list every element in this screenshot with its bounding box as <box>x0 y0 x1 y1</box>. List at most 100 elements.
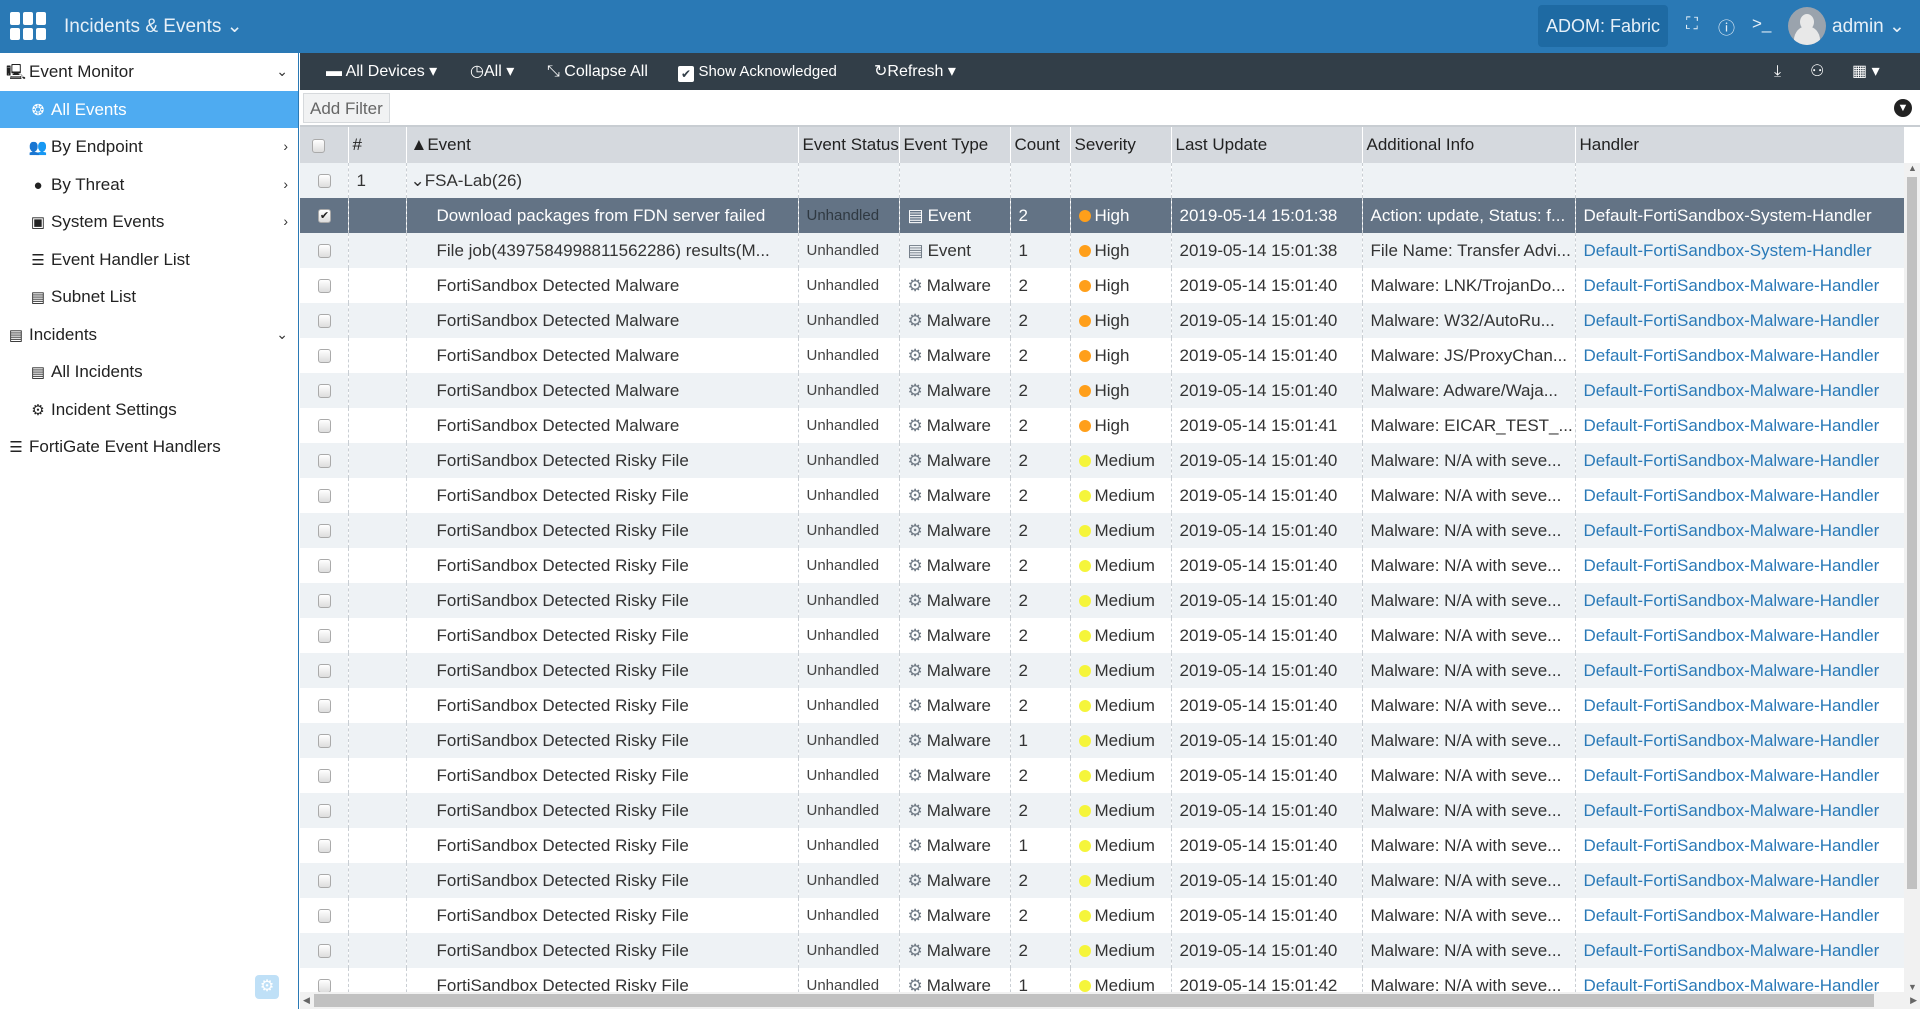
all-devices-dropdown[interactable]: ▬ All Devices ▾ <box>326 53 437 90</box>
group-row[interactable]: 1 ⌄FSA-Lab(26) <box>300 163 1904 198</box>
sidebar-item-by-endpoint[interactable]: 👥 By Endpoint › <box>0 128 298 166</box>
table-row[interactable]: ✔ Download packages from FDN server faile… <box>300 198 1904 233</box>
row-checkbox[interactable] <box>300 618 349 653</box>
table-row[interactable]: FortiSandbox Detected Risky File Unhandle… <box>300 548 1904 583</box>
row-checkbox[interactable] <box>300 233 349 268</box>
row-checkbox[interactable] <box>300 548 349 583</box>
row-checkbox[interactable] <box>300 898 349 933</box>
cli-console-icon[interactable]: >_ <box>1752 14 1771 34</box>
handler-link[interactable]: Default-FortiSandbox-Malware-Handler <box>1575 513 1904 548</box>
row-checkbox[interactable] <box>300 338 349 373</box>
row-checkbox[interactable] <box>300 758 349 793</box>
row-checkbox[interactable] <box>300 443 349 478</box>
column-header-handler[interactable]: Handler <box>1575 127 1904 163</box>
table-row[interactable]: FortiSandbox Detected Risky File Unhandle… <box>300 723 1904 758</box>
expand-chevron-icon[interactable]: ⌄ <box>411 171 425 190</box>
table-row[interactable]: FortiSandbox Detected Risky File Unhandle… <box>300 443 1904 478</box>
handler-link[interactable]: Default-FortiSandbox-Malware-Handler <box>1575 933 1904 968</box>
column-header-severity[interactable]: Severity <box>1070 127 1172 163</box>
vertical-scrollbar[interactable]: ▲ ▼ <box>1904 163 1920 992</box>
table-row[interactable]: FortiSandbox Detected Risky File Unhandle… <box>300 478 1904 513</box>
row-checkbox[interactable] <box>300 583 349 618</box>
group-label-cell[interactable]: ⌄FSA-Lab(26) <box>406 163 799 198</box>
handler-link[interactable]: Default-FortiSandbox-Malware-Handler <box>1575 478 1904 513</box>
row-checkbox[interactable] <box>300 933 349 968</box>
table-row[interactable]: FortiSandbox Detected Risky File Unhandle… <box>300 898 1904 933</box>
table-row[interactable]: FortiSandbox Detected Risky File Unhandle… <box>300 968 1904 992</box>
select-all-checkbox[interactable] <box>300 127 349 163</box>
handler-link[interactable]: Default-FortiSandbox-Malware-Handler <box>1575 443 1904 478</box>
column-header-number[interactable]: # <box>348 127 407 163</box>
table-row[interactable]: FortiSandbox Detected Risky File Unhandle… <box>300 618 1904 653</box>
column-header-count[interactable]: Count <box>1010 127 1071 163</box>
handler-link[interactable]: Default-FortiSandbox-Malware-Handler <box>1575 618 1904 653</box>
row-checkbox[interactable] <box>300 513 349 548</box>
handler-link[interactable]: Default-FortiSandbox-Malware-Handler <box>1575 863 1904 898</box>
sidebar-item-incident-settings[interactable]: ⚙ Incident Settings <box>0 391 298 429</box>
sidebar-item-subnet-list[interactable]: ▤ Subnet List <box>0 278 298 316</box>
handler-link[interactable]: Default-FortiSandbox-System-Handler <box>1575 198 1904 233</box>
table-row[interactable]: FortiSandbox Detected Malware Unhandled ⚙ M… <box>300 373 1904 408</box>
row-checkbox[interactable] <box>300 303 349 338</box>
sidebar-item-event-handler-list[interactable]: ☰ Event Handler List <box>0 241 298 279</box>
table-row[interactable]: FortiSandbox Detected Risky File Unhandle… <box>300 688 1904 723</box>
column-header-event[interactable]: ▲Event <box>406 127 799 163</box>
row-checkbox[interactable]: ✔ <box>300 198 349 233</box>
help-icon[interactable]: ⓘ <box>1718 14 1735 39</box>
column-header-additional-info[interactable]: Additional Info <box>1362 127 1576 163</box>
show-acknowledged-checkbox[interactable]: ✔ Show Acknowledged <box>678 53 837 90</box>
table-row[interactable]: FortiSandbox Detected Risky File Unhandle… <box>300 793 1904 828</box>
user-menu-button[interactable]: admin ⌄ <box>1832 15 1905 38</box>
handler-link[interactable]: Default-FortiSandbox-Malware-Handler <box>1575 688 1904 723</box>
table-row[interactable]: FortiSandbox Detected Risky File Unhandle… <box>300 583 1904 618</box>
handler-link[interactable]: Default-FortiSandbox-Malware-Handler <box>1575 898 1904 933</box>
handler-link[interactable]: Default-FortiSandbox-Malware-Handler <box>1575 828 1904 863</box>
handler-link[interactable]: Default-FortiSandbox-Malware-Handler <box>1575 303 1904 338</box>
horizontal-scrollbar[interactable]: ◀ ▶ <box>300 992 1920 1009</box>
handler-link[interactable]: Default-FortiSandbox-Malware-Handler <box>1575 268 1904 303</box>
sidebar-item-system-events[interactable]: ▣ System Events › <box>0 203 298 241</box>
row-checkbox[interactable] <box>300 793 349 828</box>
fullscreen-icon[interactable]: ⛶ <box>1686 14 1698 34</box>
sidebar-item-event-monitor[interactable]: 🖳 Event Monitor ⌄ <box>0 53 298 91</box>
row-checkbox[interactable] <box>300 688 349 723</box>
user-settings-icon[interactable]: ⚇ <box>1810 53 1824 90</box>
table-row[interactable]: FortiSandbox Detected Risky File Unhandle… <box>300 513 1904 548</box>
table-row[interactable]: FortiSandbox Detected Malware Unhandled ⚙ M… <box>300 268 1904 303</box>
handler-link[interactable]: Default-FortiSandbox-Malware-Handler <box>1575 793 1904 828</box>
adom-button[interactable]: ADOM: Fabric <box>1538 5 1668 47</box>
row-checkbox[interactable] <box>300 408 349 443</box>
table-row[interactable]: FortiSandbox Detected Risky File Unhandle… <box>300 863 1904 898</box>
handler-link[interactable]: Default-FortiSandbox-Malware-Handler <box>1575 583 1904 618</box>
handler-link[interactable]: Default-FortiSandbox-Malware-Handler <box>1575 338 1904 373</box>
table-row[interactable]: FortiSandbox Detected Risky File Unhandle… <box>300 758 1904 793</box>
settings-gear-icon[interactable]: ⚙ <box>255 975 279 999</box>
handler-link[interactable]: Default-FortiSandbox-Malware-Handler <box>1575 968 1904 992</box>
filter-funnel-icon[interactable]: ▼ <box>1894 99 1912 117</box>
sidebar-item-all-incidents[interactable]: ▤ All Incidents <box>0 353 298 391</box>
table-row[interactable]: FortiSandbox Detected Malware Unhandled ⚙ M… <box>300 408 1904 443</box>
handler-link[interactable]: Default-FortiSandbox-Malware-Handler <box>1575 653 1904 688</box>
row-checkbox[interactable] <box>300 828 349 863</box>
table-row[interactable]: FortiSandbox Detected Risky File Unhandle… <box>300 653 1904 688</box>
table-row[interactable]: FortiSandbox Detected Malware Unhandled ⚙ M… <box>300 338 1904 373</box>
fortinet-logo-icon[interactable] <box>10 12 46 40</box>
collapse-all-button[interactable]: ⤡ Collapse All <box>547 53 648 90</box>
sidebar-item-fortigate-event-handlers[interactable]: ☰ FortiGate Event Handlers <box>0 428 298 466</box>
sidebar-item-all-events[interactable]: ❂ All Events <box>0 90 298 128</box>
row-checkbox[interactable] <box>300 268 349 303</box>
table-row[interactable]: FortiSandbox Detected Malware Unhandled ⚙ M… <box>300 303 1904 338</box>
row-checkbox[interactable] <box>300 723 349 758</box>
table-row[interactable]: File job(4397584998811562286) results(M.… <box>300 233 1904 268</box>
column-header-last-update[interactable]: Last Update <box>1171 127 1363 163</box>
row-checkbox[interactable] <box>300 968 349 992</box>
row-checkbox[interactable] <box>300 373 349 408</box>
time-range-dropdown[interactable]: ◷All ▾ <box>470 53 514 90</box>
handler-link[interactable]: Default-FortiSandbox-System-Handler <box>1575 233 1904 268</box>
app-menu-button[interactable]: Incidents & Events ⌄ <box>64 15 243 38</box>
avatar[interactable] <box>1788 7 1826 45</box>
row-checkbox[interactable] <box>300 863 349 898</box>
group-checkbox[interactable] <box>300 163 349 198</box>
column-header-event-type[interactable]: Event Type <box>899 127 1011 163</box>
row-checkbox[interactable] <box>300 653 349 688</box>
